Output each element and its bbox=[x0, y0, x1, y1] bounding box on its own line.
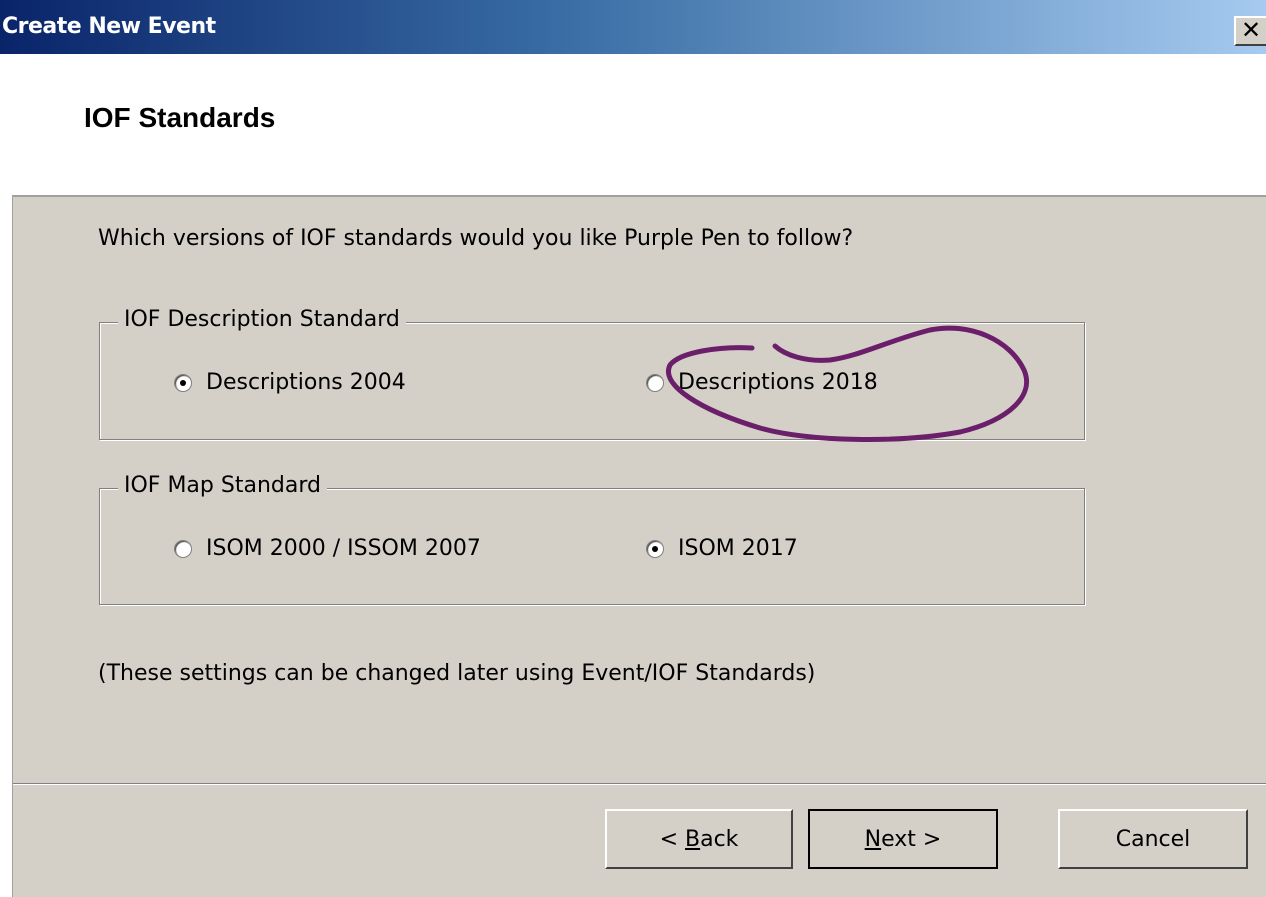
radio-isom-2000[interactable]: ISOM 2000 / ISSOM 2007 bbox=[174, 536, 481, 561]
description-standard-legend: IOF Description Standard bbox=[118, 307, 406, 332]
back-mnemonic: B bbox=[685, 826, 701, 852]
radio-descriptions-2004[interactable]: Descriptions 2004 bbox=[174, 370, 406, 395]
cancel-button[interactable]: Cancel bbox=[1058, 809, 1248, 869]
title-bar[interactable]: Create New Event ✕ bbox=[0, 0, 1266, 62]
footer-divider bbox=[13, 783, 1266, 785]
close-icon[interactable]: ✕ bbox=[1234, 16, 1266, 46]
next-mnemonic: N bbox=[864, 826, 882, 852]
radio-unchecked-icon[interactable] bbox=[174, 539, 192, 558]
next-button[interactable]: Next > bbox=[808, 809, 998, 869]
window-title: Create New Event bbox=[2, 14, 216, 39]
page-title: IOF Standards bbox=[84, 102, 276, 133]
next-rest: ext > bbox=[881, 826, 942, 852]
header-panel: IOF Standards bbox=[12, 54, 1266, 197]
back-rest: ack bbox=[700, 826, 739, 852]
create-new-event-dialog: Create New Event ✕ IOF Standards Which v… bbox=[0, 0, 1266, 897]
left-edge bbox=[0, 54, 12, 897]
radio-label: ISOM 2017 bbox=[678, 536, 798, 561]
radio-label: Descriptions 2004 bbox=[206, 370, 406, 395]
radio-label: ISOM 2000 / ISSOM 2007 bbox=[206, 536, 481, 561]
settings-note: (These settings can be changed later usi… bbox=[98, 661, 816, 686]
radio-unchecked-icon[interactable] bbox=[646, 373, 664, 392]
radio-isom-2017[interactable]: ISOM 2017 bbox=[646, 536, 798, 561]
radio-descriptions-2018[interactable]: Descriptions 2018 bbox=[646, 370, 878, 395]
radio-label: Descriptions 2018 bbox=[678, 370, 878, 395]
back-button[interactable]: < Back bbox=[605, 809, 793, 869]
map-standard-legend: IOF Map Standard bbox=[118, 473, 327, 498]
radio-checked-icon[interactable] bbox=[174, 373, 192, 392]
back-prefix: < bbox=[659, 826, 685, 852]
radio-checked-icon[interactable] bbox=[646, 539, 664, 558]
question-text: Which versions of IOF standards would yo… bbox=[98, 226, 854, 251]
